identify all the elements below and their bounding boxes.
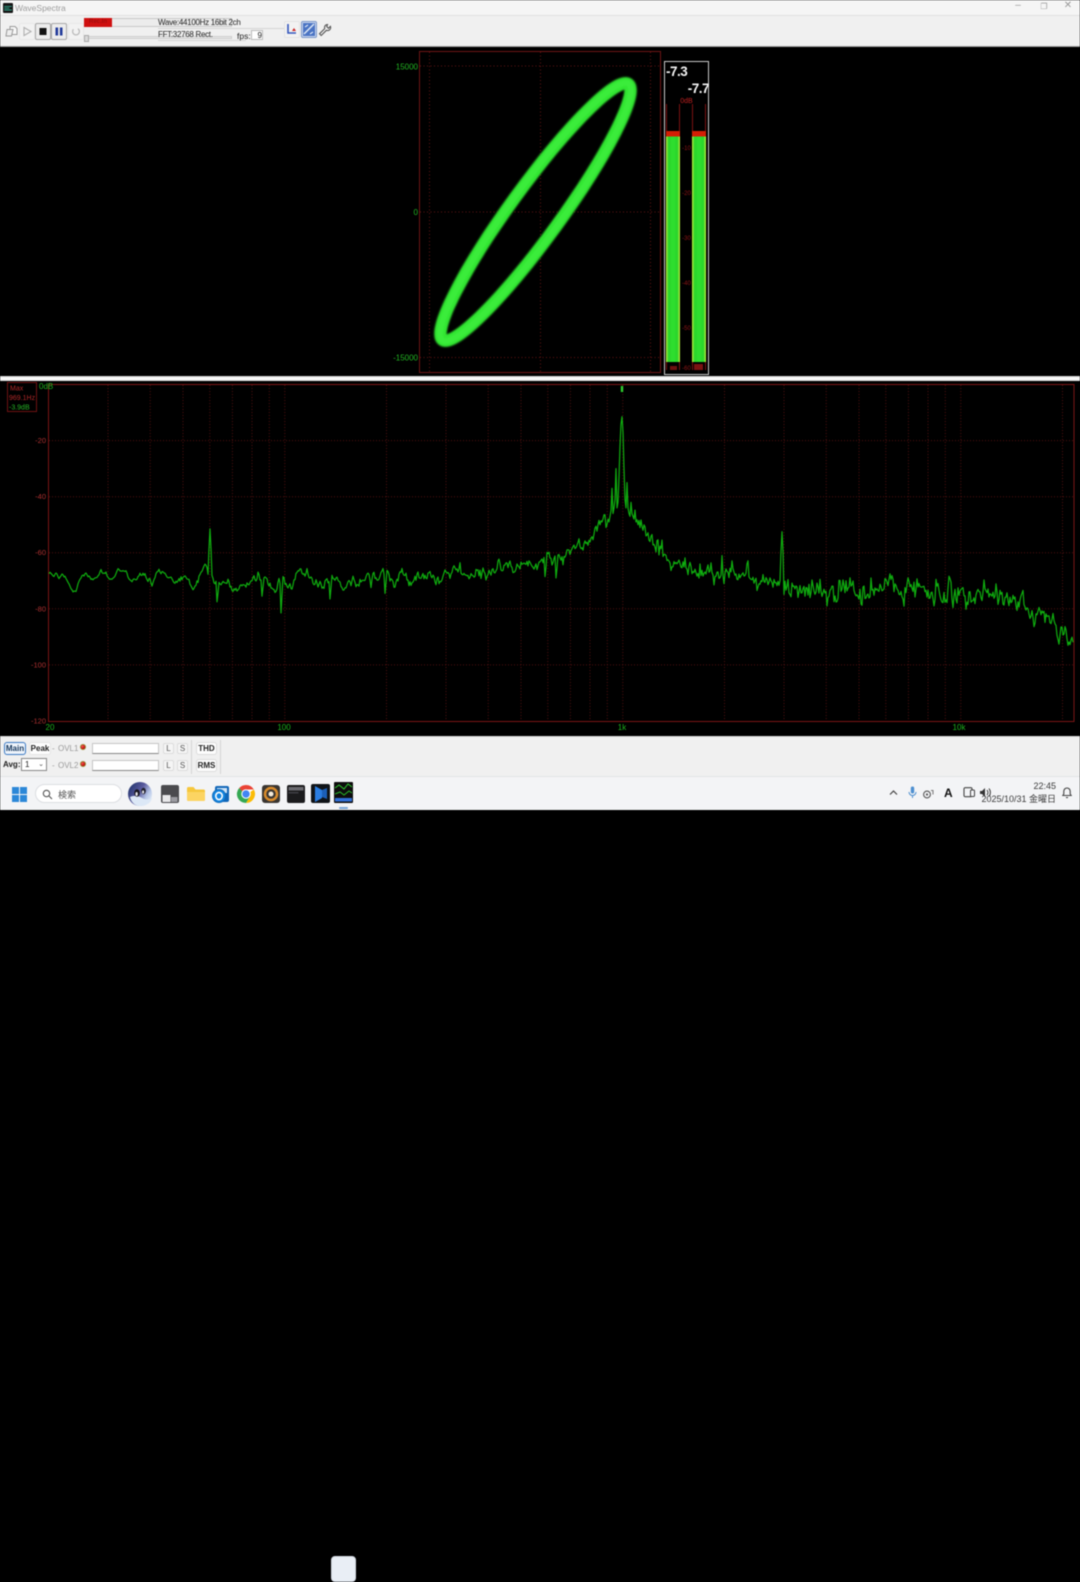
svg-text:-30: -30 [682,236,691,242]
svg-text:1k: 1k [618,723,627,732]
svg-text:100: 100 [277,723,291,732]
svg-text:15000: 15000 [396,63,419,72]
svg-text:-120: -120 [31,717,46,726]
svg-text:-60: -60 [682,366,691,372]
svg-text:0: 0 [414,208,419,217]
svg-text:-20: -20 [35,436,46,445]
svg-text:-7.7: -7.7 [688,81,709,96]
svg-text:-10: -10 [682,146,691,152]
svg-text:20: 20 [46,723,55,732]
svg-text:-7.3: -7.3 [666,64,688,79]
svg-text:-20: -20 [682,191,691,197]
svg-text:-80: -80 [35,604,46,613]
svg-text:0dB: 0dB [680,98,693,105]
svg-text:10k: 10k [953,723,967,732]
svg-text:-60: -60 [35,548,46,557]
svg-text:0dB: 0dB [39,382,53,391]
svg-text:969.1Hz: 969.1Hz [9,395,36,402]
svg-text:-50: -50 [682,326,691,332]
svg-text:Max: Max [10,386,24,393]
svg-text:-100: -100 [31,660,46,669]
svg-text:-40: -40 [35,492,46,501]
svg-text:-40: -40 [682,281,691,287]
svg-text:-15000: -15000 [393,354,418,363]
svg-text:-3.9dB: -3.9dB [9,405,30,412]
